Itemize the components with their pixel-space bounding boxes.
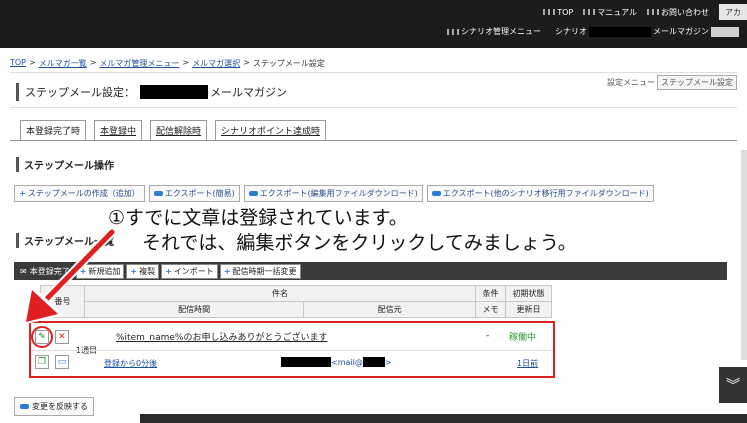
menu-bars-icon <box>447 28 459 35</box>
sub-menu: シナリオ管理メニュー シナリオ メールマガジン <box>447 26 739 37</box>
reflect-changes-button[interactable]: 変更を反映する <box>14 397 94 416</box>
tab-registration-complete[interactable]: 本登録完了時 <box>20 120 87 141</box>
breadcrumb-magazine-select[interactable]: メルマガ選択 <box>192 58 240 69</box>
bottom-bar <box>140 414 747 423</box>
arrow-icon <box>20 404 29 409</box>
create-step-mail-button[interactable]: + ステップメールの作成（追加） <box>14 185 145 202</box>
duplicate-button[interactable]: + 複製 <box>126 263 160 279</box>
highlight-box <box>29 321 555 378</box>
import-button[interactable]: + インポート <box>161 263 218 279</box>
top-link-contact[interactable]: お問い合わせ <box>647 7 709 18</box>
list-toolbar: ✉ 本登録完了 + 新規追加 + 複製 + インポート + 配信時期一括変更 <box>14 262 727 280</box>
operations-buttons: + ステップメールの作成（追加） エクスポート(簡易) エクスポート(編集用ファイ… <box>14 185 654 202</box>
operations-section-title: ステップメール操作 <box>16 157 114 172</box>
breadcrumb-magazine-manage[interactable]: メルマガ管理メニュー <box>99 58 179 69</box>
settings-menu-select[interactable]: ステップメール設定 <box>657 75 737 90</box>
breadcrumb-current: ステップメール設定 <box>252 59 325 68</box>
scrollbar-track[interactable] <box>741 150 747 360</box>
chevron-down-icon[interactable]: ︾ <box>719 367 747 403</box>
top-link-manual[interactable]: マニュアル <box>583 7 637 18</box>
arrow-icon <box>431 191 441 196</box>
breadcrumb: TOP > メルマガ一覧 > メルマガ管理メニュー > メルマガ選択 > ステッ… <box>10 58 325 69</box>
redacted-block <box>589 26 651 37</box>
top-links: TOP マニュアル お問い合わせ アカ <box>543 4 747 20</box>
plus-icon: + <box>19 189 26 198</box>
col-condition-header: 条件 <box>475 285 506 302</box>
settings-menu: 設定メニュー ステップメール設定 <box>607 75 737 90</box>
scenario-selector[interactable]: シナリオ メールマガジン <box>555 26 739 37</box>
page-header: ステップメール設定： メールマガジン 設定メニュー ステップメール設定 <box>10 72 737 108</box>
breadcrumb-magazine-list[interactable]: メルマガ一覧 <box>39 58 87 69</box>
export-edit-download-button[interactable]: エクスポート(編集用ファイルダウンロード) <box>243 185 423 202</box>
annotation-line-2: それでは、編集ボタンをクリックしてみましょう。 <box>142 232 577 254</box>
top-bar: TOP マニュアル お問い合わせ アカ シナリオ管理メニュー シナリオ メールマ… <box>0 0 747 48</box>
col-from-header: 配信元 <box>303 301 476 318</box>
redacted-block <box>140 85 208 99</box>
arrow-icon <box>153 191 163 196</box>
page-title: ステップメール設定： メールマガジン <box>16 83 287 101</box>
tab-registering[interactable]: 本登録中 <box>94 120 143 141</box>
tab-divider <box>10 140 737 141</box>
tab-bar: 本登録完了時 本登録中 配信解除時 シナリオポイント達成時 <box>20 120 327 141</box>
red-arrow-icon <box>23 228 117 325</box>
breadcrumb-top[interactable]: TOP <box>10 58 26 69</box>
menu-bars-icon <box>583 9 596 15</box>
export-simple-button[interactable]: エクスポート(簡易) <box>148 185 240 202</box>
scenario-name-field <box>711 26 739 37</box>
plus-icon: + <box>130 266 138 276</box>
col-initial-header: 初期状態 <box>505 285 552 302</box>
scenario-manage-menu-link[interactable]: シナリオ管理メニュー <box>447 26 541 37</box>
bulk-schedule-change-button[interactable]: + 配信時期一括変更 <box>219 263 301 279</box>
account-button[interactable]: アカ <box>719 4 747 20</box>
plus-icon: + <box>165 266 172 276</box>
plus-icon: + <box>223 266 231 276</box>
col-updated-header: 更新日 <box>505 301 552 318</box>
export-migration-download-button[interactable]: エクスポート(他のシナリオ移行用ファイルダウンロード) <box>426 185 654 202</box>
arrow-icon <box>248 191 258 196</box>
annotation-line-1: ①すでに文章は登録されています。 <box>108 207 408 229</box>
col-subject-header: 件名 <box>84 285 476 302</box>
col-memo-header: メモ <box>475 301 506 318</box>
tab-unsubscribe[interactable]: 配信解除時 <box>150 120 208 141</box>
tab-scenario-point[interactable]: シナリオポイント達成時 <box>215 120 327 141</box>
menu-bars-icon <box>647 9 659 15</box>
menu-bars-icon <box>543 9 556 15</box>
top-link-top[interactable]: TOP <box>543 8 573 17</box>
